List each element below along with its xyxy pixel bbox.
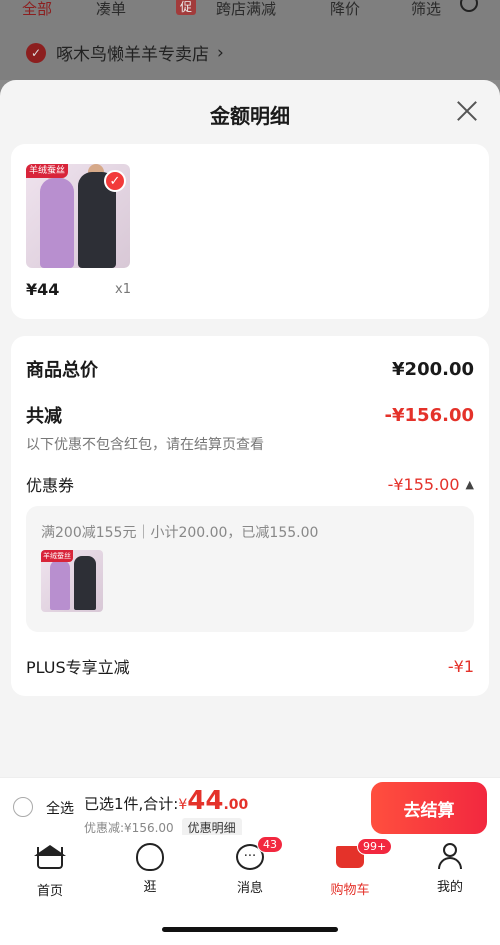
background-page: 全部 凑单 促 跨店满减 降价 筛选 ✓ 啄木鸟懒羊羊专卖店 › (0, 0, 500, 80)
tab-label: 购物车 (330, 883, 370, 898)
total-currency: ¥ (178, 797, 188, 813)
plus-value: -¥1 (447, 656, 474, 676)
product-price: ¥44 (26, 280, 60, 299)
total-label: 商品总价 (26, 360, 98, 381)
promo-tag: 促 (176, 0, 197, 15)
discount-text: 优惠减:¥156.00 (84, 821, 174, 835)
face-icon (135, 843, 165, 871)
total-integer: 44 (187, 786, 224, 816)
tab-messages[interactable]: ··· 43 消息 (220, 836, 283, 896)
coupon-label: 优惠券 (26, 476, 75, 495)
tab-mine[interactable]: 我的 (420, 843, 480, 895)
total-row: 商品总价 ¥200.00 (26, 356, 474, 382)
total-value: ¥200.00 (392, 358, 474, 380)
plus-label: PLUS专享立减 (26, 658, 130, 677)
reduce-row: 共减 -¥156.00 (26, 402, 474, 428)
filter-coudan[interactable]: 凑单 (96, 0, 126, 19)
shop-row[interactable]: ✓ 啄木鸟懒羊羊专卖店 › (26, 40, 224, 65)
checkout-button[interactable]: 去结算 (371, 782, 487, 834)
tab-home[interactable]: 首页 (20, 843, 80, 899)
amount-detail-sheet: 金额明细 羊绒蚕丝 ✓ ¥44 x1 商品总价 ¥200.00 共减 -¥156… (0, 80, 500, 777)
select-all-label[interactable]: 全选 (46, 798, 74, 818)
close-icon[interactable] (456, 100, 478, 122)
plus-row: PLUS专享立减 -¥1 (26, 654, 474, 678)
chevron-up-icon[interactable]: ▲ (466, 478, 474, 491)
tab-label: 逛 (143, 880, 157, 895)
message-badge: 43 (257, 836, 283, 853)
sheet-title: 金额明细 (210, 104, 290, 128)
message-icon: ··· 43 (235, 836, 283, 872)
image-badge: 羊绒蚕丝 (26, 164, 69, 178)
product-qty: x1 (115, 282, 131, 297)
coupon-detail-box: 满200减155元｜小计200.00，已减155.00 羊绒蚕丝 (26, 506, 474, 632)
product-image[interactable]: 羊绒蚕丝 ✓ (26, 164, 130, 268)
coupon-detail-text: 满200减155元｜小计200.00，已减155.00 (41, 525, 319, 541)
cart-badge: 99+ (357, 838, 393, 855)
mini-model-b (74, 556, 96, 610)
selected-text: 已选1件,合计: (84, 795, 179, 813)
coupon-row[interactable]: 优惠券 -¥155.00 ▲ (26, 472, 474, 496)
summary-card: 商品总价 ¥200.00 共减 -¥156.00 以下优惠不包含红包，请在结算页… (11, 336, 489, 696)
product-card: 羊绒蚕丝 ✓ ¥44 x1 (11, 144, 489, 319)
coupon-value: -¥155.00 (387, 474, 460, 494)
filter-cross-store[interactable]: 跨店满减 (216, 0, 276, 19)
home-icon (34, 845, 66, 875)
reduce-label: 共减 (26, 406, 62, 427)
filter-bar: 全部 凑单 促 跨店满减 降价 筛选 (0, 0, 500, 22)
reduce-value: -¥156.00 (384, 404, 474, 426)
search-icon[interactable] (460, 0, 478, 12)
cart-icon: 99+ (335, 838, 393, 874)
coupon-product-image: 羊绒蚕丝 (41, 550, 103, 612)
coupon-value-wrap[interactable]: -¥155.00 ▲ (388, 475, 474, 494)
tab-label: 我的 (436, 880, 463, 895)
tab-browse[interactable]: 逛 (120, 843, 180, 895)
chevron-right-icon: › (217, 42, 224, 63)
model-a (40, 178, 74, 268)
tab-label: 消息 (236, 881, 263, 896)
select-all-radio[interactable] (13, 797, 33, 817)
tab-label: 首页 (36, 884, 63, 899)
checkout-bar: 全选 已选1件,合计: ¥ 44 .00 优惠减:¥156.00 优惠明细 去结… (0, 777, 500, 837)
filter-price-drop[interactable]: 降价 (330, 0, 360, 19)
user-icon (435, 843, 465, 871)
mini-image-badge: 羊绒蚕丝 (41, 550, 73, 562)
selected-total: 已选1件,合计: ¥ 44 .00 (84, 786, 249, 816)
total-decimal: .00 (223, 797, 249, 813)
redpacket-note: 以下优惠不包含红包，请在结算页查看 (26, 437, 264, 453)
home-indicator (162, 927, 338, 932)
shop-name: 啄木鸟懒羊羊专卖店 (56, 45, 209, 65)
filter-all[interactable]: 全部 (22, 0, 52, 19)
tab-cart[interactable]: 99+ 购物车 (320, 838, 393, 898)
mini-model-a (50, 560, 70, 610)
check-icon[interactable]: ✓ (26, 42, 46, 63)
selected-check-icon: ✓ (104, 170, 126, 192)
filter-screen[interactable]: 筛选 (411, 0, 441, 19)
